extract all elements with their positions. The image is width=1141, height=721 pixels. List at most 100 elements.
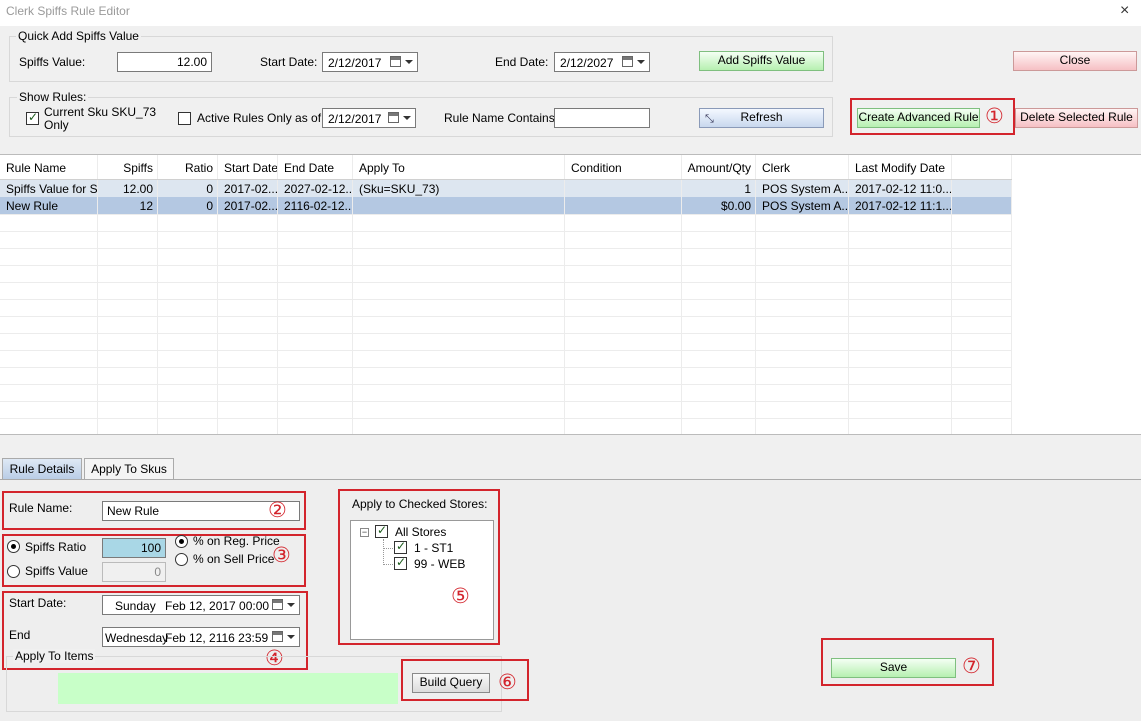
apply-to-items-label: Apply To Items [13,649,96,663]
annotation-marker-6: ⑥ [498,670,517,694]
on-sell-price-radio[interactable] [175,553,188,566]
on-reg-price-label: % on Reg. Price [193,534,280,548]
rules-grid[interactable]: Rule Name Spiffs Ratio Start Date End Da… [0,154,1141,435]
table-cell[interactable]: 2017-02-12 11:0... [851,182,951,196]
calendar-icon [272,599,283,610]
all-stores-checkbox[interactable] [375,523,388,538]
active-date-picker[interactable]: 2/12/2017 [322,108,416,128]
detail-start-date-label: Start Date: [9,596,67,610]
table-cell[interactable]: 2017-02... [220,182,277,196]
annotation-marker-2: ② [268,498,287,522]
close-button[interactable]: Close [1013,51,1137,71]
calendar-icon [272,631,283,642]
spiffs-value-detail-input[interactable]: 0 [102,562,166,582]
store-99-checkbox[interactable] [394,555,407,570]
spiffs-ratio-input[interactable]: 100 [102,538,166,558]
tree-connector [383,539,384,565]
detail-start-date-picker[interactable]: Sunday Feb 12, 2017 00:00 [102,595,300,615]
col-header-apply-to[interactable]: Apply To [355,161,564,175]
chevron-down-icon [637,60,645,64]
col-header-amount-qty[interactable]: Amount/Qty [681,161,755,175]
col-header-start-date[interactable]: Start Date [220,161,277,175]
delete-selected-rule-button[interactable]: Delete Selected Rule [1015,108,1138,128]
spiffs-value-radio-label: Spiffs Value [25,564,88,578]
active-rules-checkbox[interactable] [178,112,191,125]
tree-connector [383,548,393,549]
refresh-button[interactable]: ⤡ Refresh [699,108,824,128]
refresh-button-label: Refresh [740,110,783,124]
col-header-spiffs[interactable]: Spiffs [97,161,157,175]
table-cell[interactable]: (Sku=SKU_73) [355,182,564,196]
start-date-text: Feb 12, 2017 00:00 [165,599,270,613]
detail-end-date-picker[interactable]: Wednesday Feb 12, 2116 23:59 [102,627,300,647]
col-header-ratio[interactable]: Ratio [157,161,217,175]
col-header-last-modify-date[interactable]: Last Modify Date [851,161,951,175]
table-cell[interactable]: 0 [157,182,217,196]
on-reg-price-radio[interactable] [175,535,188,548]
quick-end-date-value: 2/12/2027 [560,56,614,70]
all-stores-label[interactable]: All Stores [395,525,446,539]
table-cell[interactable]: 2017-02... [220,199,277,213]
table-cell[interactable]: New Rule [2,199,97,213]
table-cell[interactable]: 2116-02-12... [280,199,352,213]
end-date-label: End Date: [495,55,549,69]
window-close-icon[interactable]: × [1120,2,1129,20]
rule-name-contains-label: Rule Name Contains: [444,111,559,125]
add-spiffs-value-button[interactable]: Add Spiffs Value [699,51,824,71]
rule-name-label: Rule Name: [9,501,73,515]
rule-name-contains-input[interactable] [554,108,650,128]
active-date-value: 2/12/2017 [328,112,382,126]
refresh-icon: ⤡ [705,113,714,125]
save-button[interactable]: Save [831,658,956,678]
table-cell[interactable]: POS System A... [758,199,848,213]
detail-end-date-label: End [9,628,31,642]
annotation-marker-1: ① [985,104,1004,128]
col-header-end-date[interactable]: End Date [280,161,352,175]
col-header-condition[interactable]: Condition [567,161,681,175]
spiffs-ratio-label: Spiffs Ratio [25,540,87,554]
store-99-label[interactable]: 99 - WEB [414,557,465,571]
table-cell[interactable]: $0.00 [681,199,755,213]
table-cell[interactable]: 2027-02-12... [280,182,352,196]
spiffs-value-label: Spiffs Value: [19,55,86,69]
col-header-clerk[interactable]: Clerk [758,161,848,175]
store-1-checkbox[interactable] [394,539,407,554]
quick-start-date-value: 2/12/2017 [328,56,382,70]
annotation-marker-7: ⑦ [962,654,981,678]
current-sku-label-line1: Current Sku SKU_73 [44,105,157,119]
table-cell[interactable]: 12 [97,199,157,213]
window-title: Clerk Spiffs Rule Editor [6,4,130,18]
tree-collapse-icon[interactable]: − [360,528,369,537]
table-cell[interactable]: 1 [681,182,755,196]
table-cell[interactable]: POS System A... [758,182,848,196]
table-cell[interactable]: 2017-02-12 11:1... [851,199,951,213]
chevron-down-icon [405,60,413,64]
table-cell[interactable]: 0 [157,199,217,213]
show-rules-group-label: Show Rules: [17,90,89,104]
spiffs-value-input[interactable]: 12.00 [117,52,212,72]
start-day-text: Sunday [115,599,156,613]
table-cell[interactable]: Spiffs Value for S... [2,182,97,196]
active-rules-label: Active Rules Only as of [197,111,322,125]
chevron-down-icon [287,635,295,639]
spiffs-value-radio[interactable] [7,565,20,578]
stores-tree[interactable]: − All Stores 1 - ST1 99 - WEB [350,520,494,640]
tab-rule-details[interactable]: Rule Details [2,458,82,480]
quick-end-date-picker[interactable]: 2/12/2027 [554,52,650,72]
create-advanced-rule-button[interactable]: Create Advanced Rule [857,108,980,128]
chevron-down-icon [403,116,411,120]
build-query-button[interactable]: Build Query [412,673,490,693]
store-1-label[interactable]: 1 - ST1 [414,541,453,555]
spiffs-ratio-radio[interactable] [7,540,20,553]
annotation-marker-3: ③ [272,543,291,567]
calendar-icon [390,56,401,67]
table-cell[interactable]: 12.00 [97,182,157,196]
end-date-text: Feb 12, 2116 23:59 [165,631,269,645]
col-header-rule-name[interactable]: Rule Name [2,161,97,175]
end-day-text: Wednesday [105,631,169,645]
calendar-icon [622,56,633,67]
tab-apply-to-skus[interactable]: Apply To Skus [84,458,174,480]
quick-start-date-picker[interactable]: 2/12/2017 [322,52,418,72]
title-bar [0,0,1141,26]
current-sku-checkbox[interactable] [26,110,39,125]
